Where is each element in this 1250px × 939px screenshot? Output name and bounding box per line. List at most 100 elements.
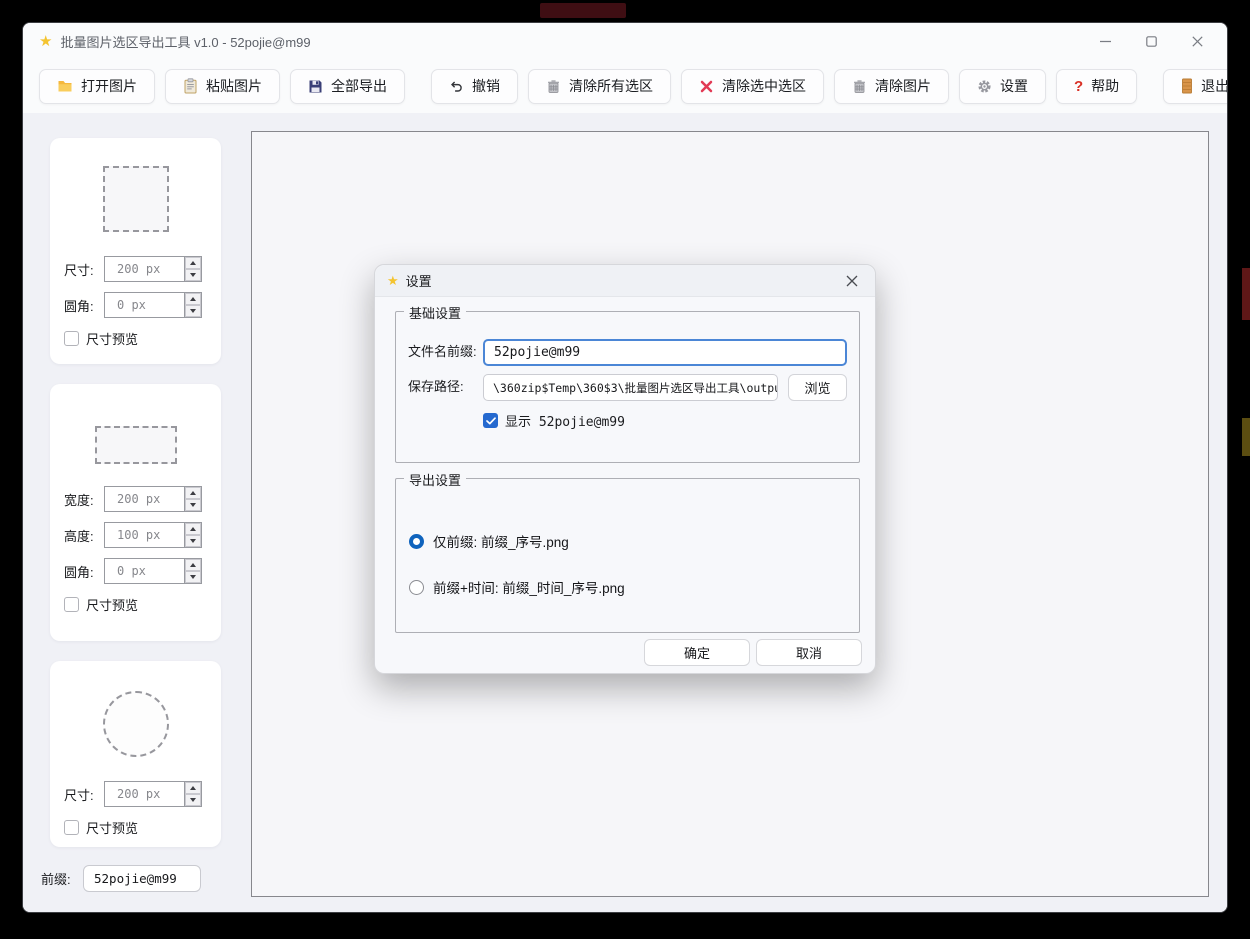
width-spinner bbox=[104, 486, 202, 512]
close-button[interactable] bbox=[1181, 28, 1213, 54]
radius-label: 圆角: bbox=[64, 562, 104, 581]
height-input[interactable] bbox=[105, 523, 184, 547]
checkbox-label: 尺寸预览 bbox=[86, 329, 138, 348]
prefix-input[interactable] bbox=[83, 865, 201, 892]
dialog-star-icon: ★ bbox=[387, 273, 399, 289]
gear-icon bbox=[977, 79, 992, 94]
button-label: 粘贴图片 bbox=[206, 76, 262, 96]
help-button[interactable]: ? 帮助 bbox=[1056, 69, 1137, 104]
cancel-button[interactable]: 取消 bbox=[756, 639, 862, 666]
width-label: 宽度: bbox=[64, 490, 104, 509]
rectangle-selection-panel: 宽度: 高度: 圆角: bbox=[50, 384, 221, 641]
checkbox-box[interactable] bbox=[64, 820, 79, 835]
basic-settings-group: 基础设置 文件名前缀: 保存路径: 浏览 显示 52pojie@m99 bbox=[395, 311, 860, 463]
spin-up-button[interactable] bbox=[185, 257, 201, 269]
dialog-close-button[interactable] bbox=[839, 269, 865, 293]
size-input[interactable] bbox=[105, 782, 184, 806]
clear-all-selections-button[interactable]: 清除所有选区 bbox=[528, 69, 671, 104]
ok-button[interactable]: 确定 bbox=[644, 639, 750, 666]
circle-selection-panel: 尺寸: 尺寸预览 bbox=[50, 661, 221, 847]
size-spinner bbox=[104, 256, 202, 282]
browse-button[interactable]: 浏览 bbox=[788, 374, 847, 401]
export-settings-group: 导出设置 仅前缀: 前缀_序号.png 前缀+时间: 前缀_时间_序号.png bbox=[395, 478, 860, 633]
window-title: 批量图片选区导出工具 v1.0 - 52pojie@m99 bbox=[60, 32, 310, 51]
prefix-time-radio[interactable]: 前缀+时间: 前缀_时间_序号.png bbox=[409, 577, 625, 597]
desktop-artifact bbox=[1242, 418, 1250, 456]
export-all-button[interactable]: 全部导出 bbox=[290, 69, 405, 104]
open-image-button[interactable]: 打开图片 bbox=[39, 69, 155, 104]
size-preview-checkbox[interactable]: 尺寸预览 bbox=[64, 329, 207, 348]
radius-input[interactable] bbox=[105, 293, 184, 317]
circle-shape-preview bbox=[103, 691, 169, 757]
spin-up-button[interactable] bbox=[185, 523, 201, 535]
settings-button[interactable]: 设置 bbox=[959, 69, 1046, 104]
trash-icon bbox=[546, 79, 561, 94]
minimize-button[interactable] bbox=[1089, 28, 1121, 54]
height-spinner bbox=[104, 522, 202, 548]
size-row: 尺寸: bbox=[64, 781, 207, 807]
app-window: ★ 批量图片选区导出工具 v1.0 - 52pojie@m99 打开图片 bbox=[22, 22, 1228, 913]
save-path-label: 保存路径: bbox=[408, 374, 464, 400]
checkbox-box[interactable] bbox=[64, 331, 79, 346]
settings-dialog: ★ 设置 基础设置 文件名前缀: 保存路径: 浏览 显示 52pojie@ bbox=[374, 264, 876, 674]
exit-button[interactable]: 退出 bbox=[1163, 69, 1228, 104]
spin-down-button[interactable] bbox=[185, 794, 201, 806]
size-label: 尺寸: bbox=[64, 785, 104, 804]
checkbox-box[interactable] bbox=[64, 597, 79, 612]
maximize-button[interactable] bbox=[1135, 28, 1167, 54]
save-path-input[interactable] bbox=[483, 374, 778, 401]
radius-label: 圆角: bbox=[64, 296, 104, 315]
button-label: 帮助 bbox=[1091, 76, 1119, 96]
radio-selected-icon[interactable] bbox=[409, 534, 424, 549]
undo-button[interactable]: 撤销 bbox=[431, 69, 518, 104]
trash-icon bbox=[852, 79, 867, 94]
button-label: 设置 bbox=[1000, 76, 1028, 96]
spin-up-button[interactable] bbox=[185, 293, 201, 305]
spin-up-button[interactable] bbox=[185, 782, 201, 794]
prefix-label: 前缀: bbox=[41, 869, 83, 888]
size-input[interactable] bbox=[105, 257, 184, 281]
width-input[interactable] bbox=[105, 487, 184, 511]
exit-icon bbox=[1181, 78, 1193, 94]
save-icon bbox=[308, 79, 323, 94]
spin-down-button[interactable] bbox=[185, 269, 201, 281]
spin-down-button[interactable] bbox=[185, 571, 201, 583]
clear-image-button[interactable]: 清除图片 bbox=[834, 69, 949, 104]
radius-input[interactable] bbox=[105, 559, 184, 583]
radius-row: 圆角: bbox=[64, 292, 207, 318]
filename-prefix-input[interactable] bbox=[483, 339, 847, 366]
size-preview-checkbox[interactable]: 尺寸预览 bbox=[64, 818, 207, 837]
checkbox-checked-box[interactable] bbox=[483, 413, 498, 428]
screen: ★ 批量图片选区导出工具 v1.0 - 52pojie@m99 打开图片 bbox=[0, 0, 1250, 939]
radio-label: 前缀+时间: 前缀_时间_序号.png bbox=[433, 577, 625, 597]
clear-selected-selection-button[interactable]: 清除选中选区 bbox=[681, 69, 824, 104]
titlebar: ★ 批量图片选区导出工具 v1.0 - 52pojie@m99 bbox=[23, 23, 1227, 59]
square-selection-panel: 尺寸: 圆角: 尺寸预览 bbox=[50, 138, 221, 364]
radius-spinner bbox=[104, 292, 202, 318]
button-label: 清除选中选区 bbox=[722, 76, 806, 96]
clipboard-icon bbox=[183, 78, 198, 94]
desktop-artifact bbox=[540, 3, 626, 18]
size-row: 尺寸: bbox=[64, 256, 207, 282]
red-x-icon bbox=[699, 79, 714, 94]
size-preview-checkbox[interactable]: 尺寸预览 bbox=[64, 595, 207, 614]
paste-image-button[interactable]: 粘贴图片 bbox=[165, 69, 280, 104]
dialog-titlebar: ★ 设置 bbox=[375, 265, 875, 297]
spin-up-button[interactable] bbox=[185, 559, 201, 571]
spin-up-button[interactable] bbox=[185, 487, 201, 499]
spin-down-button[interactable] bbox=[185, 305, 201, 317]
radio-unselected-icon[interactable] bbox=[409, 580, 424, 595]
app-star-icon: ★ bbox=[39, 32, 52, 50]
prefix-only-radio[interactable]: 仅前缀: 前缀_序号.png bbox=[409, 531, 569, 551]
radius-spinner bbox=[104, 558, 202, 584]
size-label: 尺寸: bbox=[64, 260, 104, 279]
square-shape-preview bbox=[103, 166, 169, 232]
undo-icon bbox=[449, 79, 464, 94]
width-row: 宽度: bbox=[64, 486, 207, 512]
show-credit-checkbox[interactable]: 显示 52pojie@m99 bbox=[483, 411, 625, 430]
desktop-artifact bbox=[1242, 268, 1250, 320]
spin-down-button[interactable] bbox=[185, 499, 201, 511]
button-label: 清除图片 bbox=[875, 76, 931, 96]
checkbox-label: 尺寸预览 bbox=[86, 595, 138, 614]
spin-down-button[interactable] bbox=[185, 535, 201, 547]
